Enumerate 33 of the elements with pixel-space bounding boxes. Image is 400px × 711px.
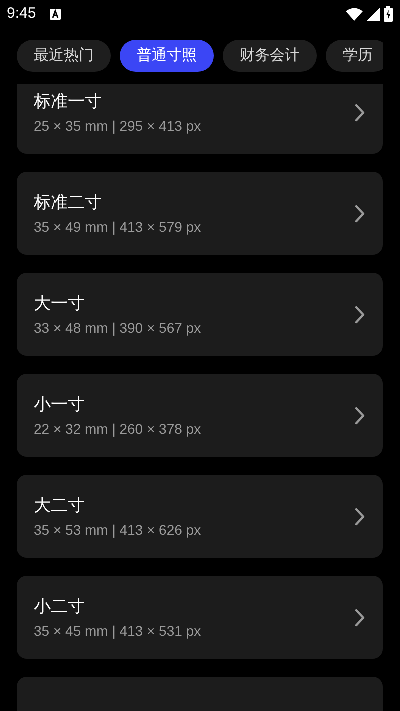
wifi-icon [346,8,363,20]
size-title: 大一寸 [34,292,86,314]
size-spec: 35 × 53 mm | 413 × 626 px [34,520,202,538]
keyboard-notification-icon [50,8,62,20]
size-spec: 33 × 48 mm | 390 × 567 px [34,318,202,336]
category-tab[interactable]: 最近热门 [17,40,111,72]
photo-size-card[interactable]: 小二寸 35 × 45 mm | 413 × 531 px [17,576,383,659]
size-title: 标准一寸 [34,90,103,112]
photo-size-card[interactable]: 标准二寸 35 × 49 mm | 413 × 579 px [17,172,383,255]
signal-icon [367,8,380,20]
size-spec: 25 × 35 mm | 295 × 413 px [34,116,202,134]
size-title: 小二寸 [34,596,86,618]
chevron-right-icon [355,104,365,122]
category-tab[interactable]: 普通寸照 [120,40,214,72]
battery-icon [384,6,393,22]
category-tab[interactable]: 学历 [326,40,383,72]
chevron-right-icon [355,306,365,324]
size-spec: 35 × 45 mm | 413 × 531 px [34,622,202,640]
chevron-right-icon [355,608,365,626]
size-spec: 35 × 49 mm | 413 × 579 px [34,218,202,236]
category-tab[interactable]: 财务会计 [223,40,317,72]
photo-size-card[interactable]: 大二寸 35 × 53 mm | 413 × 626 px [17,475,383,558]
size-spec: 22 × 32 mm | 260 × 378 px [34,420,202,438]
chevron-right-icon [355,204,365,222]
chevron-right-icon [355,406,365,424]
status-time: 9:45 [7,4,36,24]
size-title: 标准二寸 [34,192,103,214]
photo-size-card[interactable]: 标准一寸 25 × 35 mm | 295 × 413 px [17,84,383,154]
size-title: 小一寸 [34,394,86,416]
size-title: 大二寸 [34,494,86,516]
photo-size-card[interactable]: 小一寸 22 × 32 mm | 260 × 378 px [17,374,383,457]
chevron-right-icon [355,508,365,526]
photo-size-card[interactable]: 大一寸 33 × 48 mm | 390 × 567 px [17,273,383,356]
